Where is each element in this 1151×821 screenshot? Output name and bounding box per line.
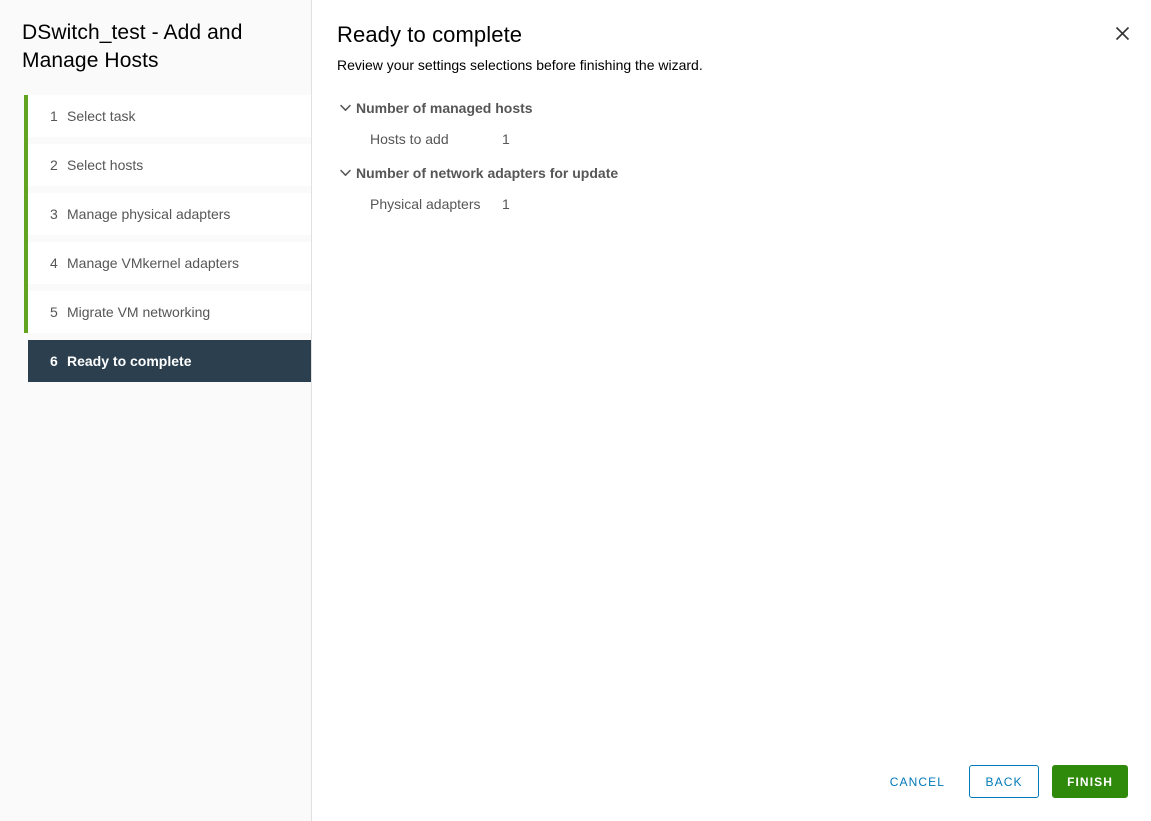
wizard-content: Ready to complete Review your settings s… [312, 0, 1151, 821]
close-icon[interactable] [1109, 20, 1135, 46]
chevron-down-icon [337, 165, 353, 181]
back-button[interactable]: BACK [969, 765, 1040, 798]
summary-row: Hosts to add 1 [337, 128, 1151, 150]
sidebar-step-select-task[interactable]: 1 Select task [28, 95, 311, 137]
summary-group-network-adapters: Number of network adapters for update Ph… [337, 162, 1151, 215]
add-and-manage-hosts-wizard: DSwitch_test - Add and Manage Hosts 1 Se… [0, 0, 1151, 821]
sidebar-step-ready-to-complete[interactable]: 6 Ready to complete [28, 340, 311, 382]
chevron-down-icon [337, 100, 353, 116]
sidebar-step-select-hosts[interactable]: 2 Select hosts [28, 144, 311, 186]
page-subtitle: Review your settings selections before f… [337, 57, 703, 73]
sidebar-step-migrate-vm-networking[interactable]: 5 Migrate VM networking [28, 291, 311, 333]
page-title: Ready to complete [337, 22, 523, 47]
step-label: Migrate VM networking [67, 304, 211, 320]
finish-button[interactable]: FINISH [1052, 765, 1128, 798]
summary-group-title: Number of managed hosts [356, 100, 533, 116]
step-number: 3 [50, 206, 58, 222]
cancel-button[interactable]: CANCEL [879, 765, 956, 798]
summary-group-title: Number of network adapters for update [356, 165, 619, 181]
step-label: Select hosts [67, 157, 144, 173]
wizard-sidebar: DSwitch_test - Add and Manage Hosts 1 Se… [0, 0, 312, 821]
step-number: 1 [50, 108, 58, 124]
wizard-footer: CANCEL BACK FINISH [879, 765, 1128, 798]
sidebar-step-manage-vmkernel-adapters[interactable]: 4 Manage VMkernel adapters [28, 242, 311, 284]
wizard-title: DSwitch_test - Add and Manage Hosts [22, 21, 243, 72]
step-label: Manage VMkernel adapters [67, 255, 239, 271]
summary-row: Physical adapters 1 [337, 193, 1151, 215]
step-label: Ready to complete [67, 353, 192, 369]
summary-group-rows: Hosts to add 1 [337, 128, 1151, 150]
wizard-steps-list: 1 Select task 2 Select hosts 3 Manage ph… [0, 95, 311, 382]
step-label: Select task [67, 108, 136, 124]
summary-row-value: 1 [502, 196, 510, 212]
summary-group-header[interactable]: Number of managed hosts [337, 97, 1151, 119]
step-number: 6 [50, 353, 58, 369]
step-number: 2 [50, 157, 58, 173]
step-label: Manage physical adapters [67, 206, 231, 222]
summary-panel: Number of managed hosts Hosts to add 1 N… [337, 97, 1151, 215]
step-number: 5 [50, 304, 58, 320]
summary-row-label: Hosts to add [370, 131, 449, 147]
step-number: 4 [50, 255, 58, 271]
summary-row-value: 1 [502, 131, 510, 147]
summary-group-managed-hosts: Number of managed hosts Hosts to add 1 [337, 97, 1151, 150]
summary-group-rows: Physical adapters 1 [337, 193, 1151, 215]
sidebar-step-manage-physical-adapters[interactable]: 3 Manage physical adapters [28, 193, 311, 235]
summary-group-header[interactable]: Number of network adapters for update [337, 162, 1151, 184]
summary-row-label: Physical adapters [370, 196, 481, 212]
